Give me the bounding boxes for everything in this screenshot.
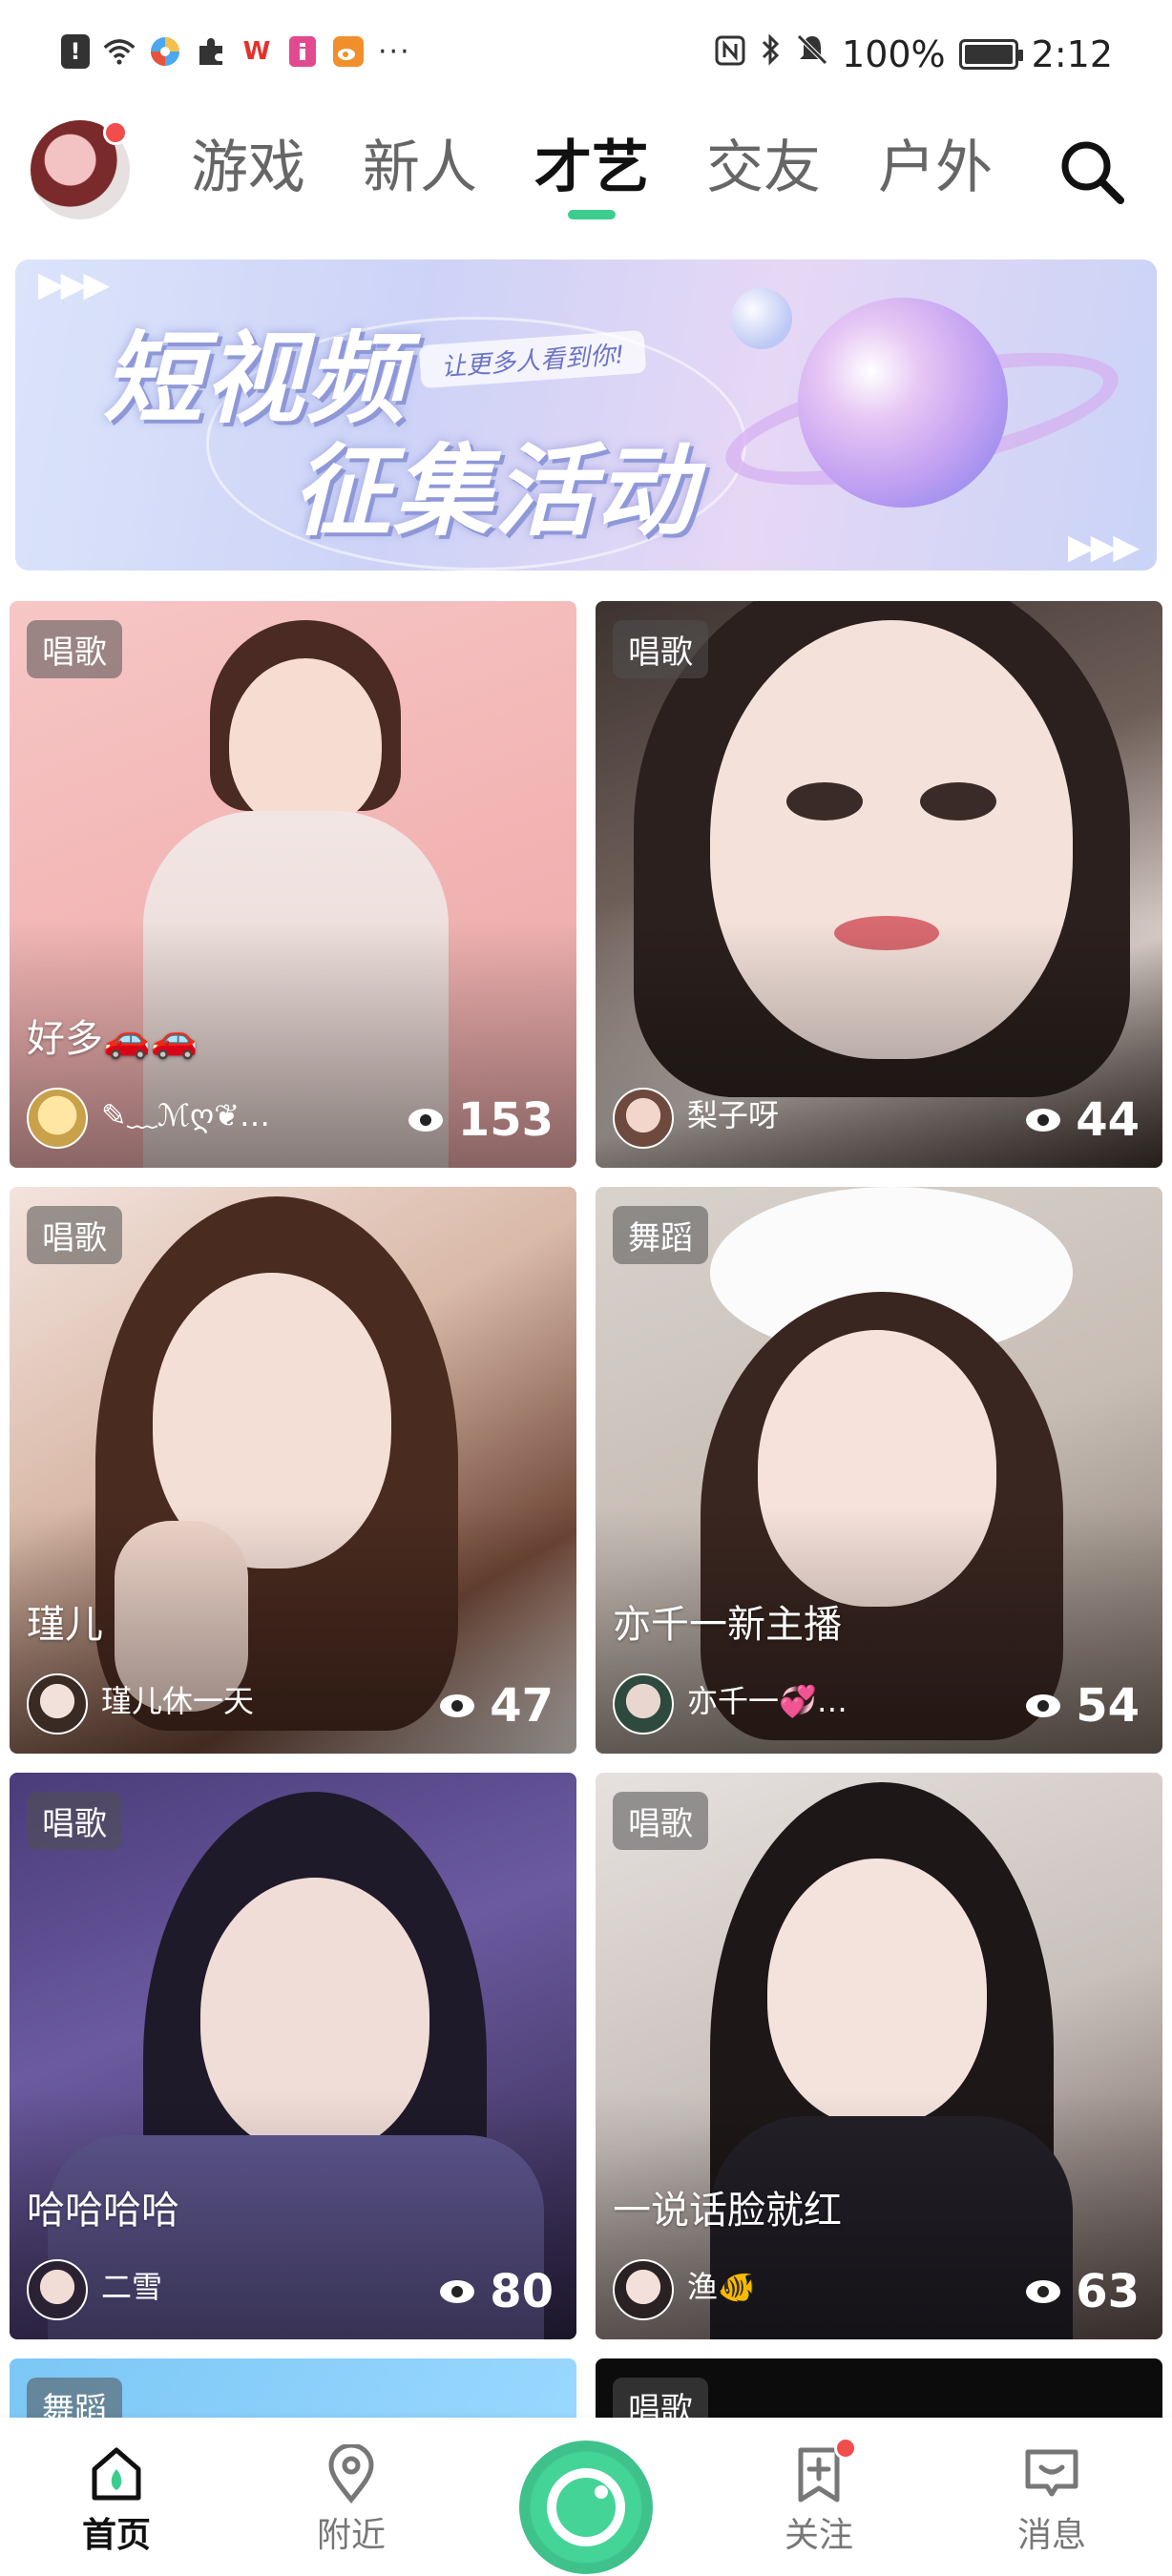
streamer-photo [229, 658, 382, 830]
top-nav: 游戏 新人 才艺 交友 户外 [0, 114, 1172, 229]
view-count: 153 [407, 1093, 554, 1147]
stream-card[interactable]: 唱歌 瑾儿 瑾儿休一天 47 [10, 1187, 576, 1754]
battery-percent: 100% [842, 32, 946, 75]
nav-nearby[interactable]: 附近 [275, 2418, 428, 2557]
category-tag: 唱歌 [27, 1206, 122, 1264]
nav-nearby-label: 附近 [316, 2516, 386, 2555]
puzzle-icon [195, 35, 227, 68]
category-tag: 唱歌 [27, 620, 122, 678]
streamer-photo [920, 782, 996, 821]
card-title: 一说话脸就红 [613, 2189, 842, 2233]
card-title: 哈哈哈哈 [27, 2189, 179, 2233]
view-count: 80 [438, 2265, 554, 2318]
stream-card[interactable]: 唱歌 梨子呀 44 [596, 601, 1162, 1168]
bubble-decoration [731, 288, 792, 349]
location-pin-icon [328, 2444, 374, 2503]
notification-dot [103, 120, 128, 145]
weibo-icon [332, 35, 365, 68]
more-notifications-icon: ··· [378, 34, 411, 69]
eye-icon [1026, 2280, 1061, 2303]
eye-icon [440, 1694, 475, 1717]
view-count-number: 54 [1076, 1679, 1140, 1733]
status-right: 100% 2:12 [714, 32, 1113, 75]
view-count-number: 47 [490, 1679, 554, 1733]
avatar [613, 1088, 674, 1149]
wps-icon: W [242, 37, 271, 66]
avatar [27, 2259, 88, 2320]
nav-messages[interactable]: 消息 [975, 2418, 1128, 2557]
category-tabs: 游戏 新人 才艺 交友 户外 [191, 134, 993, 219]
eye-icon [1026, 1694, 1061, 1717]
avatar [613, 2259, 674, 2320]
view-count-number: 44 [1076, 1093, 1140, 1147]
view-count: 44 [1024, 1093, 1140, 1147]
stream-card[interactable]: 唱歌 好多🚗🚗 ✎﹏ℳღ❦… 153 [10, 601, 576, 1168]
nfc-icon [714, 33, 746, 75]
category-tag: 舞蹈 [613, 1206, 708, 1264]
promo-banner[interactable]: ▶▶▶ ▶▶▶ 短视频 让更多人看到你! 征集活动 [15, 260, 1157, 571]
nav-messages-label: 消息 [1016, 2516, 1086, 2555]
app-icon-pinwheel [149, 35, 181, 68]
streamer-name: 亦千一💞… [687, 1683, 848, 1719]
streamer-photo [767, 1859, 987, 2126]
wifi-icon [103, 35, 136, 68]
category-tag: 唱歌 [613, 620, 708, 678]
tab-talent[interactable]: 才艺 [534, 134, 649, 219]
status-bar: ! W ··· 100% 2:12 [0, 0, 1172, 114]
streamer-name: 二雪 [101, 2269, 163, 2305]
tab-newcomers[interactable]: 新人 [363, 134, 477, 202]
eye-icon [408, 1109, 443, 1132]
tab-outdoor[interactable]: 户外 [878, 134, 993, 202]
view-count: 47 [438, 1679, 554, 1733]
live-camera-icon [547, 2468, 625, 2546]
stream-card[interactable]: 舞蹈 亦千一新主播 亦千一💞… 54 [596, 1187, 1162, 1754]
tab-games[interactable]: 游戏 [191, 134, 305, 202]
nav-home[interactable]: 首页 [40, 2418, 193, 2557]
nav-following[interactable]: 关注 [743, 2418, 895, 2557]
view-count-number: 63 [1076, 2265, 1140, 2318]
nav-home-label: 首页 [81, 2516, 151, 2555]
bottom-nav: 首页 附近 关注 消息 [0, 2418, 1172, 2576]
eye-icon [1026, 1109, 1061, 1132]
streamer-photo [786, 782, 863, 821]
card-title: 亦千一新主播 [613, 1603, 842, 1647]
category-tag: 唱歌 [613, 1792, 708, 1850]
alert-icon: ! [61, 34, 90, 69]
eye-icon [440, 2280, 475, 2303]
home-icon [92, 2447, 141, 2501]
banner-title-line2: 征集活动 [292, 433, 698, 550]
avatar [27, 1673, 88, 1735]
avatar [27, 1088, 88, 1149]
app-icon-i [286, 35, 319, 68]
planet-decoration [798, 298, 1008, 508]
stream-card[interactable]: 唱歌 哈哈哈哈 二雪 80 [10, 1773, 576, 2339]
card-title: 瑾儿 [27, 1603, 103, 1647]
view-count-number: 80 [490, 2265, 554, 2318]
mute-bell-icon [796, 32, 828, 75]
live-camera-button[interactable] [519, 2441, 653, 2574]
stream-card[interactable]: 唱歌 一说话脸就红 渔🐠 63 [596, 1773, 1162, 2339]
category-tag: 唱歌 [27, 1792, 122, 1850]
battery-icon [958, 38, 1023, 70]
card-title: 好多🚗🚗 [27, 1017, 199, 1061]
nav-following-label: 关注 [784, 2516, 853, 2555]
status-left-icons: ! W ··· [61, 34, 411, 69]
streamer-name: 瑾儿休一天 [101, 1683, 255, 1719]
search-icon[interactable] [1056, 135, 1128, 208]
streamer-name: 梨子呀 [687, 1097, 780, 1133]
arrows-decoration: ▶▶▶ [38, 265, 110, 304]
streamer-name: 渔🐠 [687, 2269, 756, 2305]
streamer-name: ✎﹏ℳღ❦… [101, 1097, 271, 1133]
clock: 2:12 [1031, 32, 1113, 75]
view-count-number: 153 [457, 1093, 554, 1147]
view-count: 63 [1024, 2265, 1140, 2318]
bluetooth-icon [760, 32, 783, 75]
avatar [613, 1673, 674, 1735]
tab-friends[interactable]: 交友 [706, 134, 821, 202]
arrows-decoration: ▶▶▶ [1067, 528, 1140, 567]
message-icon [1025, 2449, 1078, 2497]
view-count: 54 [1024, 1679, 1140, 1733]
following-badge [834, 2437, 857, 2460]
